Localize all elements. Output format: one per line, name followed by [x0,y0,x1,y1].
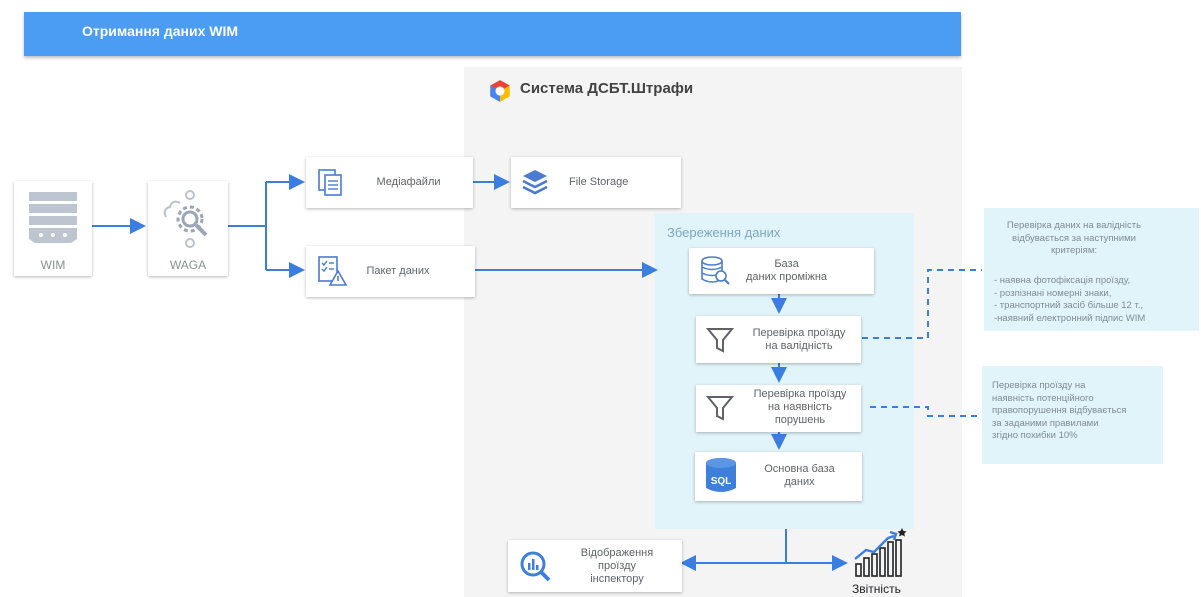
staging-db-card[interactable]: База даних проміжна [689,248,874,294]
storage-layers-icon [522,170,548,195]
wim-label: WIM [40,258,66,272]
wim-source-card[interactable]: WIM [14,181,92,276]
filter-icon [705,328,735,353]
dashed-validity-note [862,269,982,339]
svg-text:SQL: SQL [711,476,732,487]
validity-note-criteria: - наявна фотофіксація проїзду, - розпізн… [994,275,1146,324]
validity-check-label: Перевірка проїзду на валідність [752,327,846,352]
validity-check-card[interactable]: Перевірка проїзду на валідність [696,316,861,363]
waga-label: WAGA [169,258,207,272]
waga-source-card[interactable]: WAGA [148,181,228,276]
main-db-label: Основна база даних [764,463,835,488]
violation-note: Перевірка проїзду на наявність потенційн… [982,366,1163,464]
validity-note-intro: Перевірка даних на валідність відбуваєть… [1006,220,1142,256]
documents-icon [318,169,342,196]
sql-database-icon: SQL [706,458,736,492]
media-files-label: Медіафайли [376,176,441,188]
server-icon [29,192,77,243]
file-storage-label: File Storage [569,176,629,188]
violation-check-card[interactable]: Перевірка проїзду на наявність порушень [696,385,861,432]
inspector-view-label: Відображення проїзду інспектору [580,547,654,585]
media-files-card[interactable]: Медіафайли [306,157,473,208]
database-search-icon [701,256,730,285]
dashed-violation-note [870,406,980,417]
violation-check-label: Перевірка проїзду на наявність порушень [753,388,847,426]
reports-label: Звітність [852,582,901,596]
filter-icon [705,396,735,421]
data-packet-label: Пакет даних [366,265,430,277]
main-db-card[interactable]: SQL Основна база даних [695,452,862,501]
violation-note-text: Перевірка проїзду на наявність потенційн… [992,380,1127,441]
inspector-view-card[interactable]: Відображення проїзду інспектору [508,540,682,592]
reports-chart-icon [854,528,907,577]
file-storage-card[interactable]: File Storage [511,157,681,208]
data-search-icon [163,190,208,248]
analytics-search-icon [520,551,551,582]
validity-note: Перевірка даних на валідність відбуваєть… [984,208,1199,331]
data-packet-card[interactable]: Пакет даних [306,246,475,297]
checklist-warning-icon [318,256,348,286]
staging-db-label: База даних проміжна [745,258,828,283]
